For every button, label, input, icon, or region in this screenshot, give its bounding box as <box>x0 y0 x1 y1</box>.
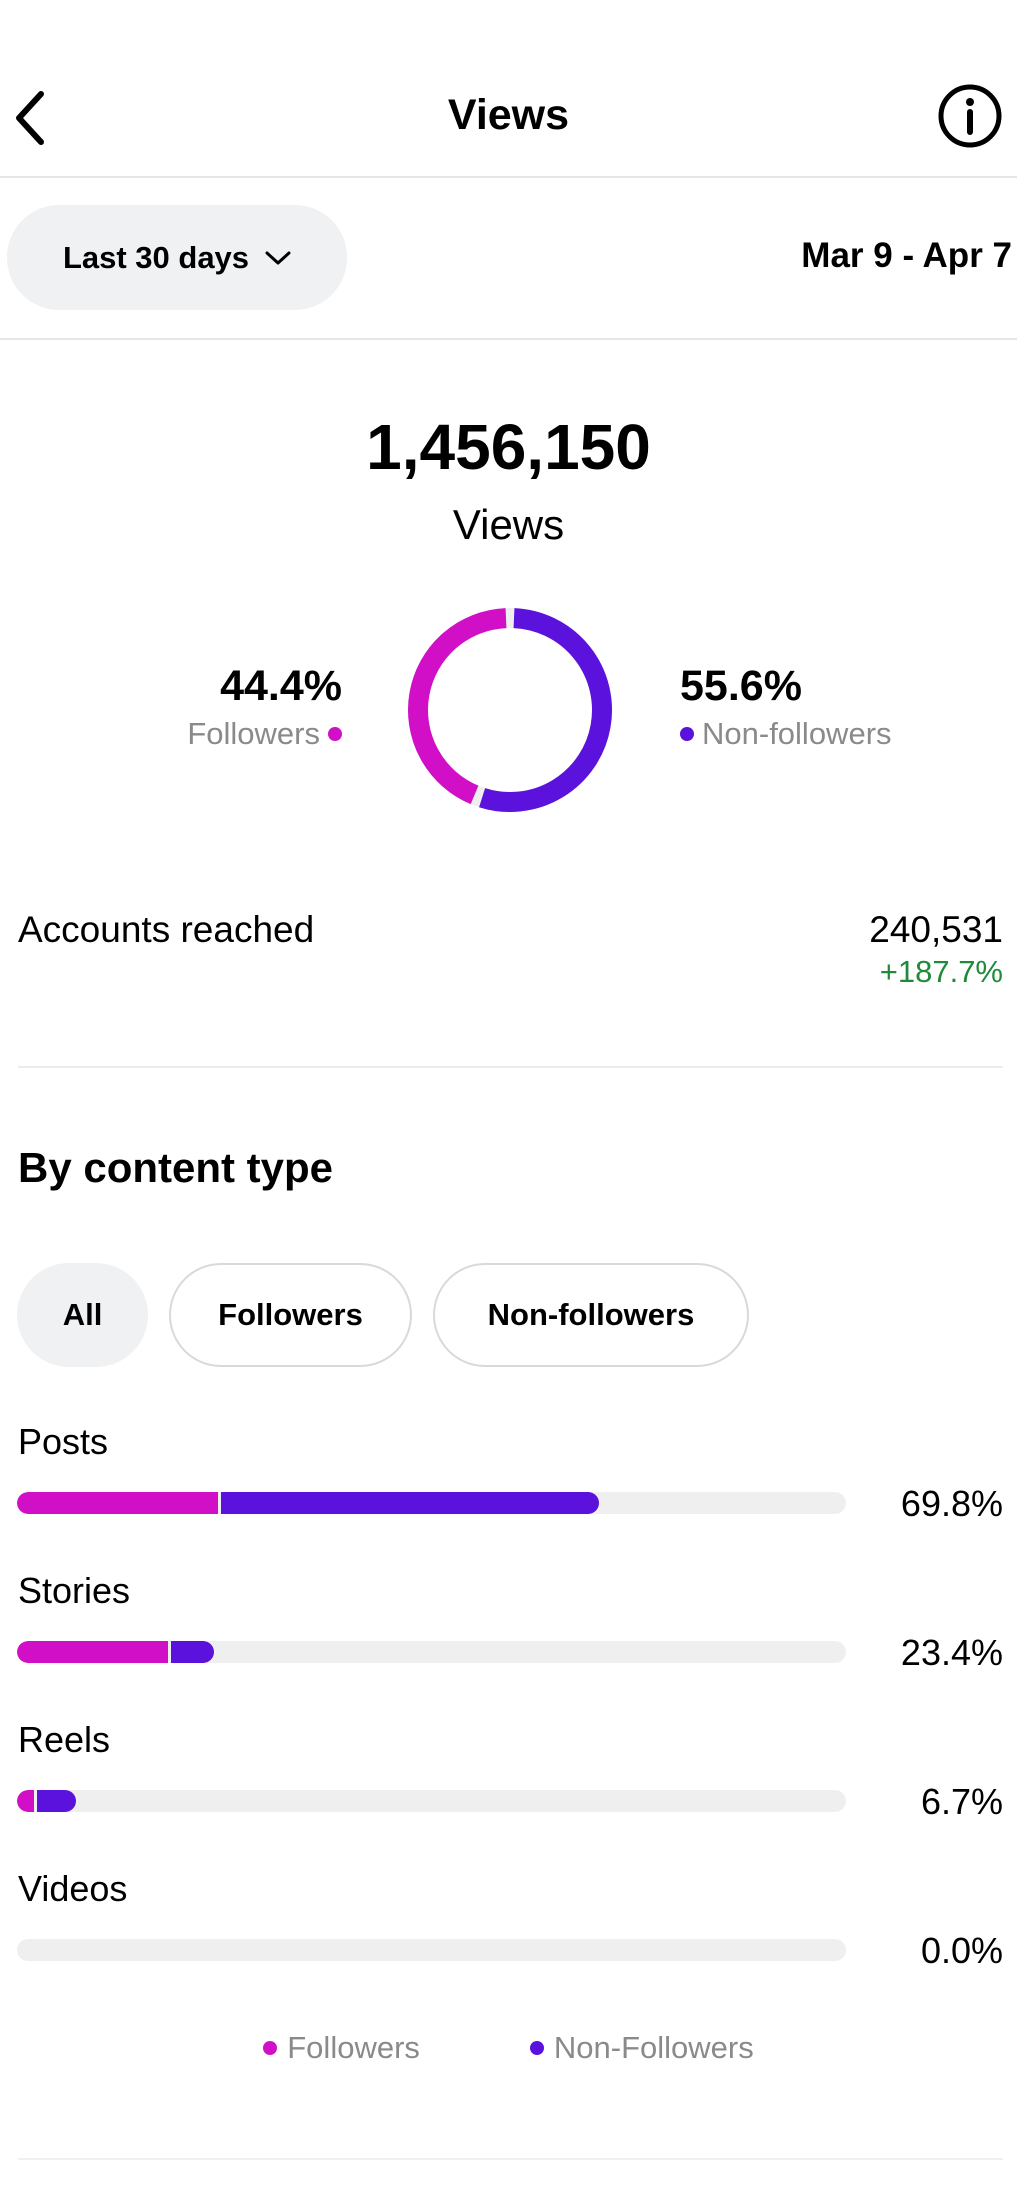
accounts-reached-change: +187.7% <box>879 954 1003 989</box>
header-divider <box>0 176 1017 178</box>
followers-legend: Followers <box>187 714 342 754</box>
legend-followers: Followers <box>263 2028 420 2068</box>
content-type-title: By content type <box>18 1144 334 1191</box>
followers-legend-label: Followers <box>187 716 320 751</box>
bar-videos <box>17 1939 846 1961</box>
row-percent-videos: 0.0% <box>920 1930 1003 1971</box>
total-views-value: 1,456,150 <box>366 411 651 483</box>
legend-non-followers-dot-icon <box>529 2041 544 2055</box>
legend-followers-label: Followers <box>287 2030 420 2065</box>
info-button[interactable] <box>937 83 1003 149</box>
info-icon <box>938 84 1002 148</box>
date-range-dropdown[interactable]: Last 30 days <box>7 205 347 310</box>
date-range-text: Mar 9 - Apr 7 <box>801 236 1012 275</box>
bar-stories <box>17 1641 846 1663</box>
row-label-reels: Reels <box>18 1719 111 1760</box>
chevron-down-icon <box>265 251 291 264</box>
legend-followers-dot-icon <box>263 2041 278 2055</box>
bottom-divider <box>18 2158 1003 2160</box>
donut-segment-followers <box>408 608 507 805</box>
legend-non-followers-label: Non-Followers <box>553 2030 754 2065</box>
accounts-reached-label: Accounts reached <box>18 909 315 950</box>
chip-non-followers[interactable]: Non-followers <box>433 1263 749 1367</box>
non-followers-percent: 55.6% <box>680 662 802 710</box>
bar-posts <box>17 1492 846 1514</box>
non-followers-dot-icon <box>680 727 694 741</box>
legend-non-followers: Non-Followers <box>529 2028 754 2068</box>
section-divider <box>18 1066 1003 1068</box>
row-label-stories: Stories <box>18 1570 131 1611</box>
row-label-posts: Posts <box>18 1421 109 1462</box>
views-donut-chart <box>408 608 612 812</box>
bar-posts-followers <box>17 1492 218 1514</box>
donut-segment-non-followers <box>479 608 612 812</box>
filter-divider <box>0 338 1017 340</box>
non-followers-legend: Non-followers <box>680 714 892 754</box>
bar-stories-followers <box>17 1641 168 1663</box>
content-type-legend: Followers Non-Followers <box>0 2028 1017 2068</box>
row-percent-stories: 23.4% <box>900 1632 1003 1673</box>
chip-followers[interactable]: Followers <box>169 1263 412 1367</box>
chip-all[interactable]: All <box>17 1263 148 1367</box>
row-label-videos: Videos <box>18 1868 128 1909</box>
accounts-reached-value: 240,531 <box>869 909 1003 950</box>
bar-reels-non-followers <box>36 1790 76 1812</box>
bar-reels-followers <box>17 1790 34 1812</box>
bar-reels <box>17 1790 846 1812</box>
followers-dot-icon <box>328 727 342 741</box>
date-range-dropdown-label: Last 30 days <box>62 239 250 275</box>
page-title: Views <box>447 91 570 139</box>
bar-posts-non-followers <box>220 1492 599 1514</box>
bar-stories-non-followers <box>170 1641 214 1663</box>
followers-percent: 44.4% <box>220 662 342 710</box>
row-percent-reels: 6.7% <box>920 1781 1003 1822</box>
non-followers-legend-label: Non-followers <box>702 716 892 751</box>
total-views-label: Views <box>452 501 565 548</box>
row-percent-posts: 69.8% <box>900 1483 1003 1524</box>
